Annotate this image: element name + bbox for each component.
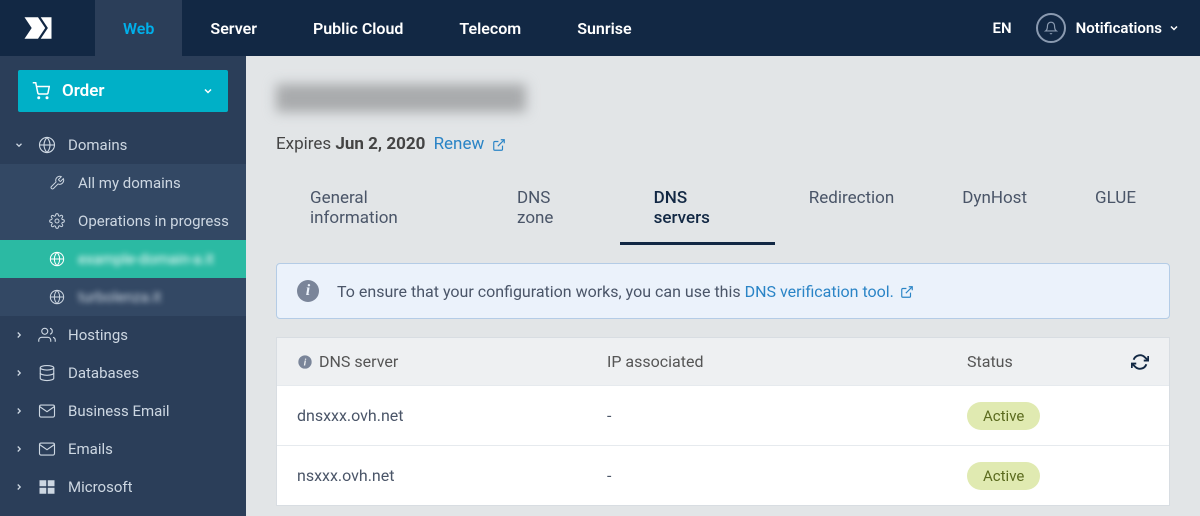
sidebar-item-domain-active[interactable]: example-domain-a.it	[0, 240, 246, 278]
nav-tab-telecom[interactable]: Telecom	[431, 0, 549, 56]
alert-link-label: DNS verification tool.	[745, 282, 894, 301]
refresh-button[interactable]	[1131, 353, 1149, 371]
table-row: nsxxx.ovh.net - Active	[277, 445, 1169, 505]
sidebar-item-business-email[interactable]: Business Email	[0, 392, 246, 430]
renew-label: Renew	[434, 134, 485, 154]
sidebar-item-label: turbolenza.it	[78, 288, 161, 306]
chevron-right-icon	[14, 330, 26, 340]
nav-tab-public-cloud[interactable]: Public Cloud	[285, 0, 431, 56]
gear-icon	[48, 212, 66, 230]
info-icon: i	[297, 280, 319, 302]
tab-dynhost[interactable]: DynHost	[928, 178, 1061, 245]
sidebar-item-emails[interactable]: Emails	[0, 430, 246, 468]
topbar: Web Server Public Cloud Telecom Sunrise …	[0, 0, 1200, 56]
table-row: dnsxxx.ovh.net - Active	[277, 385, 1169, 445]
sidebar-item-label: All my domains	[78, 174, 181, 192]
notifications-menu[interactable]: Notifications	[1076, 19, 1180, 37]
tab-redirection[interactable]: Redirection	[775, 178, 929, 245]
header-dns-server: DNS server	[319, 352, 398, 371]
chevron-down-icon	[202, 85, 214, 97]
chevron-down-icon	[1168, 22, 1180, 34]
notifications-label: Notifications	[1076, 19, 1162, 37]
status-badge: Active	[967, 402, 1040, 430]
mail-icon	[38, 402, 56, 420]
sidebar-item-operations[interactable]: Operations in progress	[0, 202, 246, 240]
order-button[interactable]: Order	[18, 70, 228, 112]
sidebar-domains-label: Domains	[68, 136, 127, 154]
content-area: Expires Jun 2, 2020 Renew General inform…	[246, 56, 1200, 516]
sidebar-item-domain[interactable]: turbolenza.it	[0, 278, 246, 316]
chevron-down-icon	[14, 140, 26, 150]
globe-icon	[48, 250, 66, 268]
logo[interactable]	[20, 10, 70, 46]
sidebar-item-databases[interactable]: Databases	[0, 354, 246, 392]
page-title	[276, 84, 526, 112]
expires-date: Jun 2, 2020	[335, 134, 425, 154]
order-label: Order	[62, 81, 105, 101]
chevron-right-icon	[14, 444, 26, 454]
nav-tab-sunrise[interactable]: Sunrise	[549, 0, 659, 56]
cart-icon	[32, 82, 50, 100]
chevron-right-icon	[14, 406, 26, 416]
tab-general-information[interactable]: General information	[276, 178, 483, 245]
status-badge: Active	[967, 462, 1040, 490]
external-link-icon	[900, 285, 914, 299]
sidebar-item-all-domains[interactable]: All my domains	[0, 164, 246, 202]
cell-server: dnsxxx.ovh.net	[297, 406, 607, 425]
sidebar-item-microsoft[interactable]: Microsoft	[0, 468, 246, 506]
tabs: General information DNS zone DNS servers…	[276, 178, 1170, 245]
sidebar-item-label: Microsoft	[68, 478, 133, 496]
cell-server: nsxxx.ovh.net	[297, 466, 607, 485]
sidebar-item-label: Business Email	[68, 402, 170, 420]
database-icon	[38, 364, 56, 382]
expires-label: Expires	[276, 134, 331, 154]
nav-tab-web[interactable]: Web	[95, 0, 182, 56]
cell-ip: -	[607, 406, 967, 425]
sidebar-item-label: Databases	[68, 364, 139, 382]
tab-dns-zone[interactable]: DNS zone	[483, 178, 620, 245]
header-ip: IP associated	[607, 352, 967, 371]
table-header: i DNS server IP associated Status	[277, 338, 1169, 385]
sidebar: Order Domains All my domains	[0, 56, 246, 516]
info-icon: i	[297, 354, 313, 370]
globe-icon	[38, 136, 56, 154]
cell-ip: -	[607, 466, 967, 485]
tab-dns-servers[interactable]: DNS servers	[620, 178, 775, 245]
header-status: Status	[967, 352, 1131, 371]
hostings-icon	[38, 326, 56, 344]
refresh-icon	[1131, 353, 1149, 371]
windows-icon	[38, 478, 56, 496]
sidebar-item-label: Operations in progress	[78, 212, 229, 230]
external-link-icon	[492, 138, 506, 152]
chevron-right-icon	[14, 368, 26, 378]
renew-link[interactable]: Renew	[434, 134, 507, 154]
globe-icon	[48, 288, 66, 306]
dns-table: i DNS server IP associated Status dnsxxx…	[276, 337, 1170, 506]
wrench-icon	[48, 174, 66, 192]
bell-icon[interactable]	[1036, 13, 1066, 43]
mail-icon	[38, 440, 56, 458]
chevron-right-icon	[14, 482, 26, 492]
sidebar-item-label: Hostings	[68, 326, 128, 344]
sidebar-item-hostings[interactable]: Hostings	[0, 316, 246, 354]
sidebar-item-label: Emails	[68, 440, 113, 458]
tab-glue[interactable]: GLUE	[1061, 178, 1170, 245]
sidebar-item-label: example-domain-a.it	[78, 250, 214, 268]
sidebar-item-domains[interactable]: Domains	[0, 126, 246, 164]
info-alert: i To ensure that your configuration work…	[276, 263, 1170, 319]
nav-tab-server[interactable]: Server	[182, 0, 285, 56]
dns-verification-link[interactable]: DNS verification tool.	[745, 282, 914, 301]
expires-line: Expires Jun 2, 2020 Renew	[276, 134, 1170, 154]
language-selector[interactable]: EN	[979, 19, 1026, 37]
alert-text: To ensure that your configuration works,…	[337, 282, 745, 301]
